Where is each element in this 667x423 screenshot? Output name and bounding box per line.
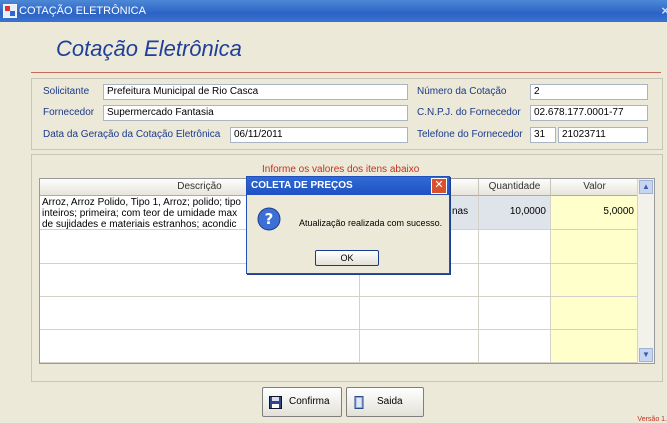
- quantidade-cell[interactable]: [479, 230, 551, 264]
- message-dialog: COLETA DE PREÇOS ✕ ? Atualização realiza…: [246, 176, 450, 274]
- valor-cell[interactable]: [551, 264, 639, 297]
- quantidade-cell[interactable]: [479, 330, 551, 363]
- saida-label: Saida: [377, 396, 403, 407]
- valor-cell[interactable]: [551, 297, 639, 330]
- quantidade-cell[interactable]: [479, 297, 551, 330]
- confirma-button[interactable]: Confirma: [262, 387, 342, 417]
- telefone-label: Telefone do Fornecedor: [417, 129, 523, 140]
- col-quantidade-header[interactable]: Quantidade: [479, 179, 551, 196]
- valor-cell[interactable]: [551, 330, 639, 363]
- window-titlebar[interactable]: COTAÇÃO ELETRÔNICA ×: [0, 0, 667, 22]
- window-close-icon[interactable]: ×: [661, 3, 667, 18]
- table-row[interactable]: [40, 330, 360, 363]
- solicitante-label: Solicitante: [43, 86, 90, 97]
- page-title: Cotação Eletrônica: [56, 36, 242, 61]
- numero-cotacao-label: Número da Cotação: [417, 86, 507, 97]
- unidade-cell[interactable]: [360, 297, 479, 330]
- valor-cell[interactable]: [551, 230, 639, 264]
- fornecedor-label: Fornecedor: [43, 107, 95, 118]
- window-title: COTAÇÃO ELETRÔNICA: [19, 5, 146, 17]
- door-exit-icon: [354, 396, 364, 409]
- cnpj-label: C.N.P.J. do Fornecedor: [417, 107, 521, 118]
- quantidade-cell[interactable]: [479, 264, 551, 297]
- valor-cell[interactable]: 5,0000: [551, 196, 639, 230]
- data-geracao-label: Data da Geração da Cotação Eletrônica: [43, 129, 221, 140]
- dialog-titlebar[interactable]: COLETA DE PREÇOS: [247, 177, 449, 195]
- solicitante-field[interactable]: Prefeitura Municipal de Rio Casca: [103, 84, 408, 100]
- dialog-title: COLETA DE PREÇOS: [251, 180, 353, 191]
- title-divider: [31, 72, 661, 73]
- table-row[interactable]: [40, 297, 360, 330]
- cnpj-field[interactable]: 02.678.177.0001-77: [530, 105, 648, 121]
- data-geracao-field[interactable]: 06/11/2011: [230, 127, 408, 143]
- confirma-label: Confirma: [289, 396, 330, 407]
- app-icon: [3, 4, 17, 18]
- dialog-message: Atualização realizada com sucesso.: [299, 218, 443, 228]
- question-icon: ?: [257, 207, 281, 231]
- items-instruction: Informe os valores dos itens abaixo: [262, 164, 420, 175]
- saida-button[interactable]: Saida: [346, 387, 424, 417]
- numero-cotacao-field[interactable]: 2: [530, 84, 648, 100]
- fornecedor-field[interactable]: Supermercado Fantasia: [103, 105, 408, 121]
- vertical-scrollbar[interactable]: ▲ ▼: [637, 179, 654, 363]
- scroll-down-icon[interactable]: ▼: [639, 348, 653, 362]
- telefone-ddd-field[interactable]: 31: [530, 127, 556, 143]
- scroll-up-icon[interactable]: ▲: [639, 180, 653, 194]
- telefone-field[interactable]: 21023711: [558, 127, 648, 143]
- quantidade-cell[interactable]: 10,0000: [479, 196, 551, 230]
- svg-text:?: ?: [265, 210, 274, 228]
- unidade-text: nas: [452, 206, 469, 217]
- ok-button[interactable]: OK: [315, 250, 379, 266]
- floppy-disk-icon: [269, 396, 282, 409]
- col-valor-header[interactable]: Valor: [551, 179, 639, 196]
- unidade-cell[interactable]: [360, 330, 479, 363]
- version-label: Versão 1.: [637, 416, 667, 423]
- dialog-close-icon[interactable]: ✕: [431, 178, 447, 194]
